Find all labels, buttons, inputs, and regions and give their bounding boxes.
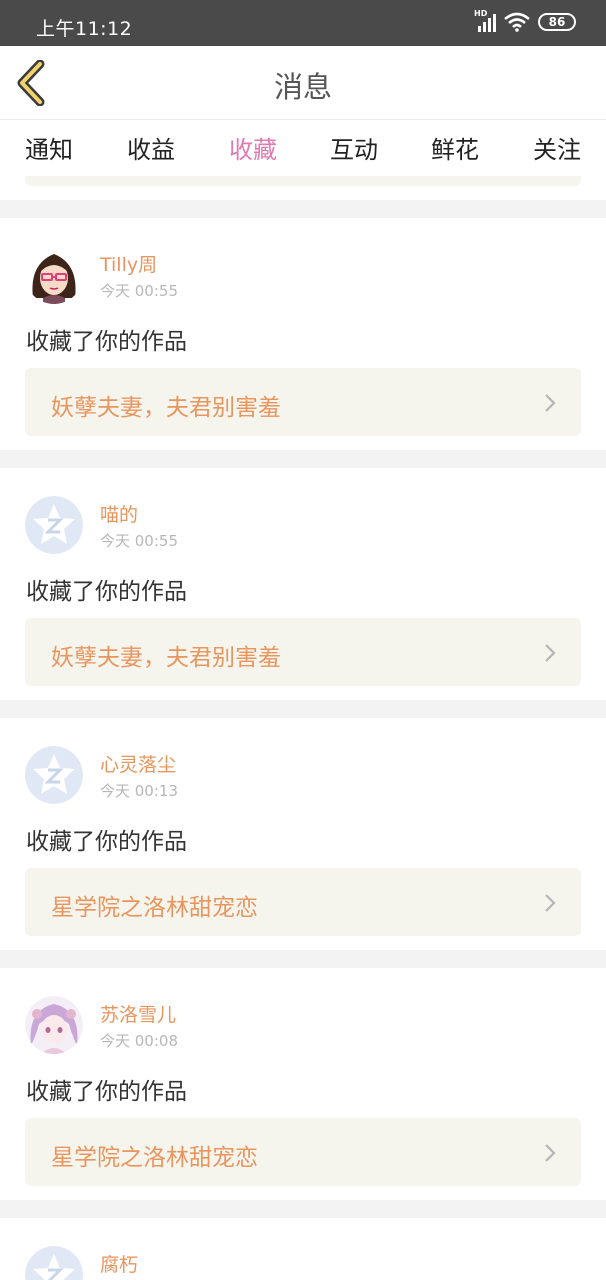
- avatar[interactable]: [25, 496, 83, 554]
- tab-flowers[interactable]: 鲜花: [415, 130, 495, 165]
- work-link[interactable]: 妖孽夫妻，夫君别害羞: [25, 618, 581, 686]
- battery-level: 86: [548, 15, 566, 29]
- girl-avatar-icon: [25, 246, 83, 304]
- message-time: 今天 00:08: [100, 1032, 178, 1050]
- wifi-icon: [504, 12, 530, 32]
- username[interactable]: 喵的: [100, 500, 138, 527]
- status-icons: HD 86: [474, 9, 576, 32]
- avatar[interactable]: [25, 746, 83, 804]
- chevron-right-icon: [545, 894, 556, 912]
- work-link[interactable]: 星学院之洛林甜宠恋: [25, 1118, 581, 1186]
- work-title: 星学院之洛林甜宠恋: [51, 895, 258, 921]
- username[interactable]: 心灵落尘: [100, 750, 176, 777]
- status-time: 上午11:12: [36, 18, 133, 40]
- default-avatar-icon: [25, 1246, 83, 1280]
- message-text: 收藏了你的作品: [26, 329, 187, 355]
- work-link[interactable]: 妖孽夫妻，夫君别害羞: [25, 368, 581, 436]
- avatar[interactable]: [25, 246, 83, 304]
- username[interactable]: Tilly周: [100, 250, 157, 277]
- app-bar: 消息: [0, 46, 606, 120]
- message-item: Tilly周 今天 00:55 收藏了你的作品 妖孽夫妻，夫君别害羞: [0, 218, 606, 450]
- separator: [0, 950, 606, 968]
- message-item: 喵的 今天 00:55 收藏了你的作品 妖孽夫妻，夫君别害羞: [0, 468, 606, 700]
- separator: [0, 200, 606, 218]
- work-title: 妖孽夫妻，夫君别害羞: [51, 645, 281, 671]
- page-title: 消息: [273, 70, 332, 104]
- message-text: 收藏了你的作品: [26, 829, 187, 855]
- anime-avatar-icon: [25, 996, 83, 1054]
- username[interactable]: 苏洛雪儿: [100, 1000, 176, 1027]
- tab-label: 收藏: [229, 136, 277, 164]
- tab-interactions[interactable]: 互动: [314, 130, 394, 165]
- tab-label: 通知: [25, 136, 73, 164]
- message-item: 苏洛雪儿 今天 00:08 收藏了你的作品 星学院之洛林甜宠恋: [0, 968, 606, 1200]
- message-text: 收藏了你的作品: [26, 579, 187, 605]
- username[interactable]: 腐朽: [100, 1250, 138, 1277]
- hd-label: HD: [474, 9, 488, 18]
- chevron-right-icon: [545, 1144, 556, 1162]
- tab-earnings[interactable]: 收益: [111, 130, 191, 165]
- message-item: 心灵落尘 今天 00:13 收藏了你的作品 星学院之洛林甜宠恋: [0, 718, 606, 950]
- avatar[interactable]: [25, 996, 83, 1054]
- default-avatar-icon: [25, 746, 83, 804]
- chevron-right-icon: [545, 394, 556, 412]
- tab-label: 互动: [330, 136, 378, 164]
- message-time: 今天 00:13: [100, 782, 178, 800]
- chevron-right-icon: [545, 644, 556, 662]
- tab-notifications[interactable]: 通知: [9, 130, 89, 165]
- separator: [0, 450, 606, 468]
- message-text: 收藏了你的作品: [26, 1079, 187, 1105]
- tab-label: 鲜花: [431, 136, 479, 164]
- work-title: 星学院之洛林甜宠恋: [51, 1145, 258, 1171]
- message-item: 腐朽: [0, 1218, 606, 1280]
- work-title: 妖孽夫妻，夫君别害羞: [51, 395, 281, 421]
- message-time: 今天 00:55: [100, 282, 178, 300]
- avatar[interactable]: [25, 1246, 83, 1280]
- work-link[interactable]: 星学院之洛林甜宠恋: [25, 868, 581, 936]
- separator: [0, 700, 606, 718]
- tab-favorites[interactable]: 收藏: [213, 130, 293, 182]
- message-time: 今天 00:55: [100, 532, 178, 550]
- cellular-signal-icon: HD: [474, 9, 496, 32]
- previous-work-card: [25, 176, 581, 186]
- tab-following[interactable]: 关注: [517, 130, 597, 165]
- tab-label: 关注: [533, 136, 581, 164]
- separator: [0, 1200, 606, 1218]
- battery-indicator: 86: [538, 13, 576, 31]
- status-bar: 上午11:12 HD 86: [0, 0, 606, 46]
- default-avatar-icon: [25, 496, 83, 554]
- tab-label: 收益: [127, 136, 175, 164]
